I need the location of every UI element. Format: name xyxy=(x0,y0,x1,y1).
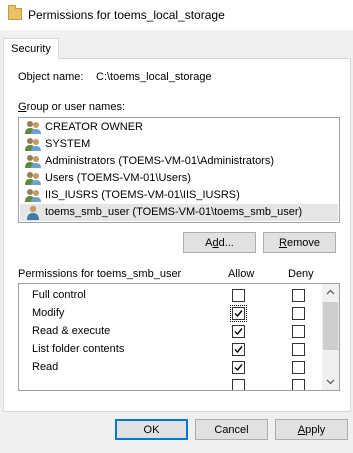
allow-checkbox[interactable] xyxy=(230,305,247,322)
deny-checkbox[interactable] xyxy=(292,361,305,374)
list-item[interactable]: CREATOR OWNER xyxy=(20,119,338,136)
tab-security[interactable]: Security xyxy=(3,38,59,59)
deny-checkbox[interactable] xyxy=(292,307,305,320)
check-icon xyxy=(234,364,243,372)
user-icon xyxy=(27,205,39,220)
group-names-label-rest: roup or user names: xyxy=(26,101,125,113)
list-item-label: SYSTEM xyxy=(45,138,91,150)
scroll-thumb[interactable] xyxy=(323,302,338,350)
list-item[interactable]: Administrators (TOEMS-VM-01\Administrato… xyxy=(20,153,338,170)
permission-row: Full control xyxy=(19,287,319,305)
deny-checkbox[interactable] xyxy=(292,379,305,390)
group-icon xyxy=(25,121,41,134)
permission-row: Read & execute xyxy=(19,323,319,341)
check-icon xyxy=(234,310,243,318)
deny-header: Deny xyxy=(288,268,314,280)
group-icon xyxy=(25,189,41,202)
add-button-text-post: d... xyxy=(218,237,234,249)
permission-row: Modify xyxy=(19,305,319,323)
window-title: Permissions for toems_local_storage xyxy=(28,8,225,22)
list-item-label: IIS_IUSRS (TOEMS-VM-01\IIS_IUSRS) xyxy=(45,189,240,201)
object-name-label: Object name: xyxy=(18,71,84,83)
allow-checkbox[interactable] xyxy=(232,325,245,338)
remove-button-label: Remove xyxy=(279,237,320,249)
apply-button-accel: A xyxy=(297,424,306,436)
permissions-scrollbar[interactable] xyxy=(322,284,339,390)
allow-header: Allow xyxy=(228,268,255,280)
group-icon xyxy=(25,155,41,168)
security-tab-panel: Object name: C:\toems_local_storage Grou… xyxy=(3,58,351,412)
remove-button-text-post: emove xyxy=(286,237,320,249)
ok-button[interactable]: OK xyxy=(115,419,188,440)
add-button[interactable]: Add... xyxy=(183,232,256,253)
permissions-list[interactable]: Full control Modify Read & execute List … xyxy=(18,283,340,391)
list-item-label: toems_smb_user (TOEMS-VM-01\toems_smb_us… xyxy=(45,206,303,218)
list-item[interactable]: IIS_IUSRS (TOEMS-VM-01\IIS_IUSRS) xyxy=(20,187,338,204)
check-icon xyxy=(234,328,243,336)
check-icon xyxy=(234,346,243,354)
allow-checkbox[interactable] xyxy=(232,343,245,356)
list-item-label: Users (TOEMS-VM-01\Users) xyxy=(45,172,191,184)
cancel-button[interactable]: Cancel xyxy=(195,419,268,440)
permission-row: Read xyxy=(19,359,319,377)
permission-label: List folder contents xyxy=(32,343,125,355)
permission-row: List folder contents xyxy=(19,341,319,359)
deny-checkbox[interactable] xyxy=(292,325,305,338)
permission-label: Read & execute xyxy=(32,325,111,337)
apply-button-text-post: pply xyxy=(305,424,326,436)
group-user-list[interactable]: CREATOR OWNER SYSTEM Administrators (TOE… xyxy=(18,117,340,223)
folder-icon xyxy=(8,5,22,20)
scroll-up-icon[interactable] xyxy=(322,284,339,301)
group-icon xyxy=(25,172,41,185)
remove-button-accel: R xyxy=(279,237,287,249)
title-bar[interactable]: Permissions for toems_local_storage xyxy=(0,0,353,30)
list-item[interactable]: SYSTEM xyxy=(20,136,338,153)
permission-label: Read xyxy=(32,361,59,373)
group-names-label: Group or user names: xyxy=(18,101,125,113)
list-item[interactable]: Users (TOEMS-VM-01\Users) xyxy=(20,170,338,187)
allow-checkbox[interactable] xyxy=(232,289,245,302)
group-names-label-accel: G xyxy=(18,101,27,113)
allow-checkbox[interactable] xyxy=(232,379,245,390)
list-item-label: CREATOR OWNER xyxy=(45,121,143,133)
add-button-label: Add... xyxy=(205,237,234,249)
list-item-selected[interactable]: toems_smb_user (TOEMS-VM-01\toems_smb_us… xyxy=(20,204,338,221)
permissions-label: Permissions for toems_smb_user xyxy=(18,268,182,280)
list-item-label: Administrators (TOEMS-VM-01\Administrato… xyxy=(45,155,275,167)
object-name-value: C:\toems_local_storage xyxy=(96,71,212,83)
permission-label: Full control xyxy=(32,289,86,301)
deny-checkbox[interactable] xyxy=(292,343,305,356)
group-icon xyxy=(25,138,41,151)
scroll-down-icon[interactable] xyxy=(322,373,339,390)
permission-row-partial xyxy=(19,377,319,390)
remove-button[interactable]: Remove xyxy=(263,232,336,253)
deny-checkbox[interactable] xyxy=(292,289,305,302)
permission-label: Modify xyxy=(32,307,65,319)
apply-button[interactable]: Apply xyxy=(275,419,348,440)
allow-checkbox[interactable] xyxy=(232,361,245,374)
